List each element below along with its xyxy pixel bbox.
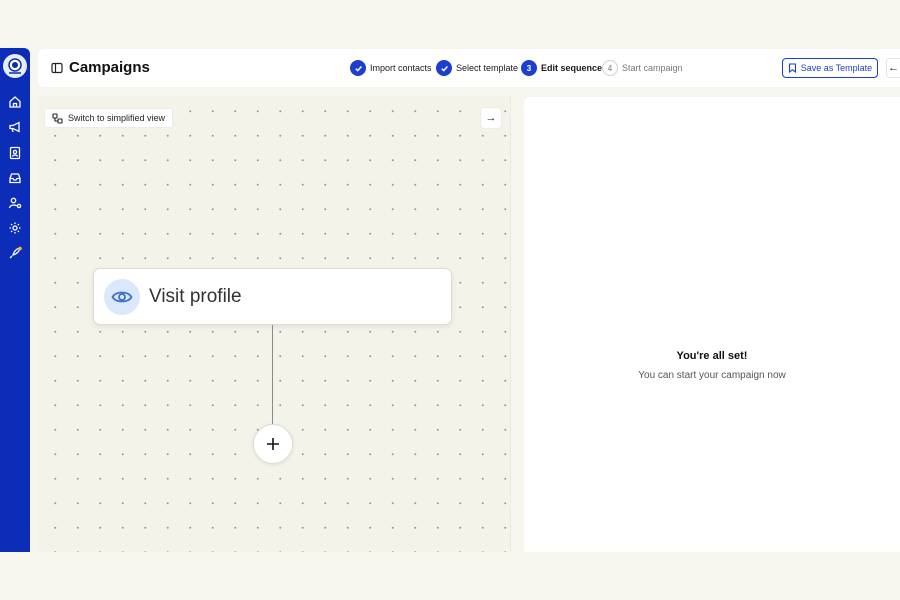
astronaut-logo[interactable] [3, 54, 27, 78]
back-arrow-icon[interactable]: ← [886, 58, 900, 78]
sequence-canvas[interactable]: Switch to simplified view → Visit profil… [38, 96, 511, 552]
step-label: Start campaign [622, 63, 683, 73]
home-icon[interactable] [7, 94, 23, 110]
sidebar-toggle-icon[interactable] [50, 61, 64, 75]
completion-subtitle: You can start your campaign now [638, 370, 786, 381]
arrow-right-icon[interactable]: → [480, 107, 502, 129]
sidebar [0, 48, 30, 552]
save-as-template-button[interactable]: Save as Template [782, 58, 878, 78]
check-icon [436, 60, 452, 76]
detail-panel: You're all set! You can start your campa… [524, 97, 900, 552]
save-as-template-label: Save as Template [800, 63, 873, 73]
step-label: Select template [456, 63, 519, 73]
contacts-book-icon[interactable] [7, 145, 23, 161]
step-import-contacts[interactable]: Import contacts [350, 60, 432, 76]
add-step-button[interactable] [253, 424, 293, 464]
step-label: Edit sequence [541, 63, 603, 73]
header: Campaigns Import contacts Select templat… [38, 49, 900, 87]
flow-icon [52, 112, 63, 124]
rocket-icon[interactable] [7, 245, 23, 261]
check-icon [350, 60, 366, 76]
switch-simplified-view-label: Switch to simplified view [68, 113, 166, 123]
step-number: 3 [521, 60, 537, 76]
plus-icon [267, 438, 279, 450]
step-edit-sequence[interactable]: 3 Edit sequence [521, 60, 602, 76]
step-title: Visit profile [149, 285, 242, 307]
step-select-template[interactable]: Select template [436, 60, 518, 76]
bookmark-icon [788, 63, 796, 73]
visit-profile-step[interactable]: Visit profile [93, 268, 452, 325]
page-title: Campaigns [69, 59, 150, 76]
switch-simplified-view-button[interactable]: Switch to simplified view [44, 108, 174, 128]
megaphone-icon[interactable] [7, 119, 23, 135]
eye-icon [104, 278, 140, 315]
user-settings-icon[interactable] [7, 195, 23, 211]
connector-line [272, 325, 273, 427]
inbox-icon[interactable] [7, 170, 23, 186]
gear-icon[interactable] [7, 220, 23, 236]
completion-title: You're all set! [676, 350, 748, 362]
step-start-campaign[interactable]: 4 Start campaign [602, 60, 683, 76]
step-label: Import contacts [370, 63, 432, 73]
step-number: 4 [602, 60, 618, 76]
